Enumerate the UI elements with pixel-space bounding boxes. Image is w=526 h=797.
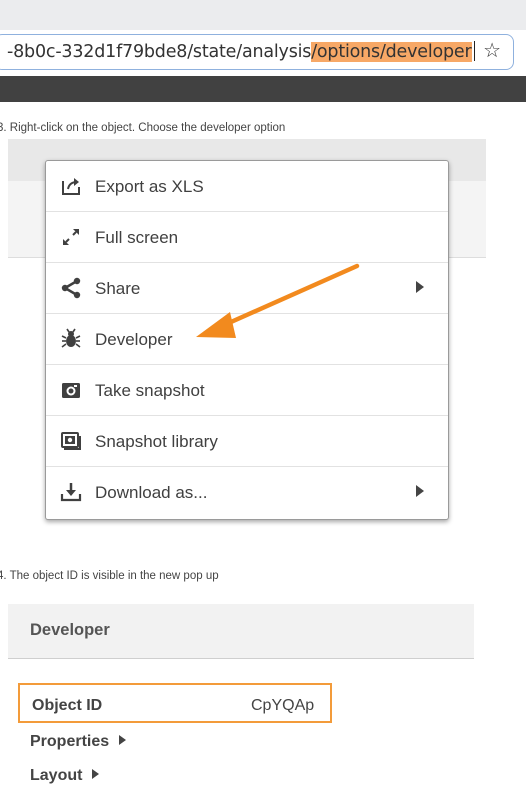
layout-label: Layout xyxy=(30,767,83,784)
menu-item-label: Take snapshot xyxy=(95,381,205,400)
submenu-arrow-icon xyxy=(416,281,424,293)
menu-item-label: Export as XLS xyxy=(95,177,204,196)
menu-item-label: Share xyxy=(95,279,141,298)
menu-item-label: Developer xyxy=(95,330,173,349)
menu-item-developer[interactable]: Developer xyxy=(46,314,448,365)
menu-item-take-snapshot[interactable]: Take snapshot xyxy=(46,365,448,416)
menu-item-download-as[interactable]: Download as... xyxy=(46,467,448,518)
developer-panel-title: Developer xyxy=(30,621,110,639)
url-prefix: -8b0c-332d1f79bde8/state/analysis xyxy=(7,42,312,62)
menu-item-label: Download as... xyxy=(95,483,208,502)
url-text[interactable]: -8b0c-332d1f79bde8/state/analysis/option… xyxy=(7,41,475,62)
menu-item-label: Snapshot library xyxy=(95,432,218,451)
export-icon xyxy=(60,175,82,197)
url-highlight: /options/developer xyxy=(311,42,472,62)
object-id-row: Object ID CpYQAp xyxy=(18,683,332,723)
menu-item-export-xls[interactable]: Export as XLS xyxy=(46,161,448,212)
object-id-value: CpYQAp xyxy=(251,697,315,714)
step-3-instruction: 3. Right-click on the object. Choose the… xyxy=(0,122,286,134)
fullscreen-icon xyxy=(60,226,82,248)
menu-item-label: Full screen xyxy=(95,228,179,247)
object-id-label: Object ID xyxy=(32,697,103,714)
layout-toggle[interactable]: Layout xyxy=(30,767,100,785)
properties-label: Properties xyxy=(30,733,110,750)
share-icon xyxy=(60,277,82,299)
download-icon xyxy=(60,481,82,503)
submenu-arrow-icon xyxy=(416,485,424,497)
star-icon[interactable]: ☆ xyxy=(483,38,501,63)
bug-icon xyxy=(60,328,82,350)
browser-top-strip xyxy=(0,0,526,30)
text-caret xyxy=(473,41,475,61)
context-menu: Export as XLS Full screen Share Develope… xyxy=(45,160,449,520)
snapshot-library-icon xyxy=(60,430,82,452)
menu-item-full-screen[interactable]: Full screen xyxy=(46,212,448,263)
step-4-instruction: 4. The object ID is visible in the new p… xyxy=(0,570,219,582)
properties-toggle[interactable]: Properties xyxy=(30,733,127,751)
dark-toolbar xyxy=(0,76,526,102)
expand-arrow-icon xyxy=(92,769,100,779)
developer-panel-header: Developer xyxy=(8,604,474,659)
menu-item-share[interactable]: Share xyxy=(46,263,448,314)
expand-arrow-icon xyxy=(119,735,127,745)
address-bar[interactable]: -8b0c-332d1f79bde8/state/analysis/option… xyxy=(0,34,514,70)
menu-item-snapshot-library[interactable]: Snapshot library xyxy=(46,416,448,467)
camera-icon xyxy=(60,379,82,401)
